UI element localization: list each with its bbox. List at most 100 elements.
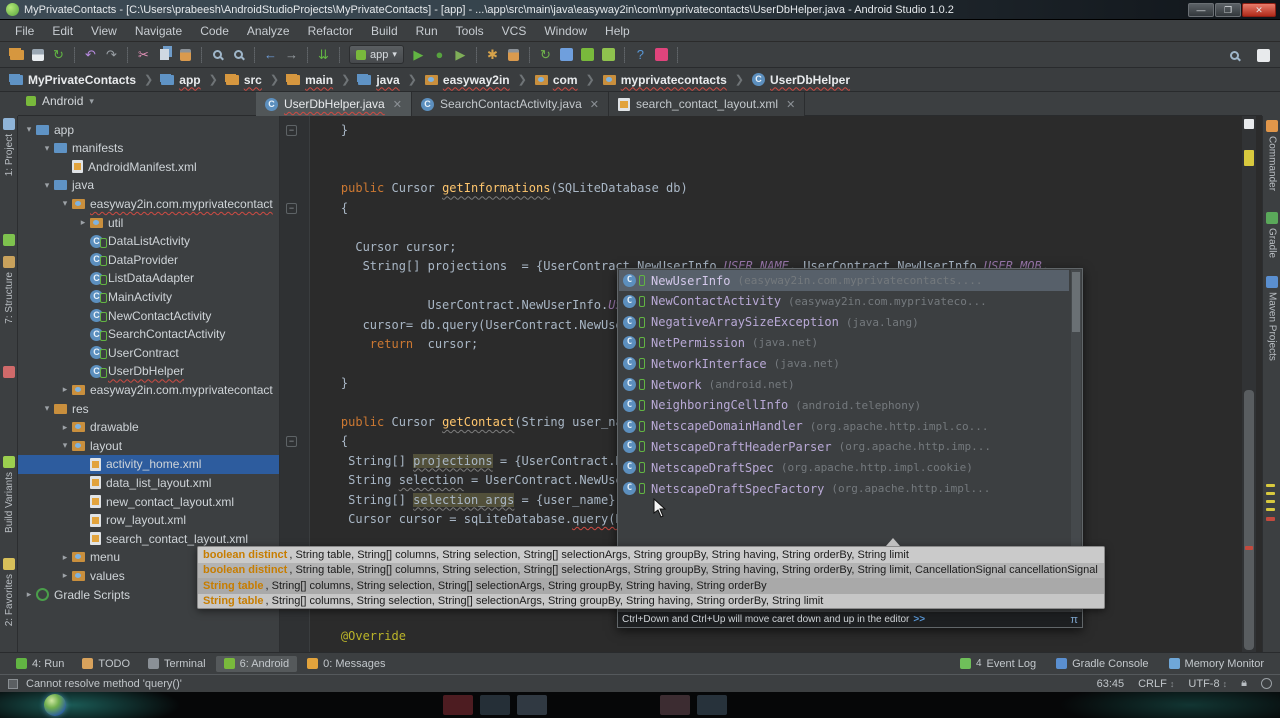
tree-arrow-icon[interactable]: ▾ — [42, 143, 52, 154]
tree-item-UserDbHelper[interactable]: UserDbHelper — [18, 362, 279, 381]
tree-item-DataListActivity[interactable]: DataListActivity — [18, 232, 279, 251]
tool-button-changes[interactable] — [0, 234, 18, 246]
save-all-icon[interactable] — [28, 46, 47, 64]
tree-item-MainActivity[interactable]: MainActivity — [18, 287, 279, 306]
tree-item-SearchContactActivity[interactable]: SearchContactActivity — [18, 325, 279, 344]
run-configuration-selector[interactable]: app ▾ — [349, 45, 404, 64]
breadcrumb-item-myprivatecontacts[interactable]: MyPrivateContacts — [8, 73, 138, 87]
tool-button-build-variants[interactable]: Build Variants — [0, 456, 18, 533]
menu-item-edit[interactable]: Edit — [43, 22, 82, 40]
tool-button-gradle-console[interactable]: Gradle Console — [1048, 656, 1156, 672]
breadcrumb-item-app[interactable]: app — [159, 73, 202, 87]
breadcrumb-item-myprivatecontacts[interactable]: myprivatecontacts — [601, 73, 729, 87]
tree-item-UserContract[interactable]: UserContract — [18, 343, 279, 362]
tree-item-easyway2in.com.myprivatecontact[interactable]: ▸ easyway2in.com.myprivatecontact — [18, 380, 279, 399]
menu-item-run[interactable]: Run — [407, 22, 447, 40]
tree-item-res[interactable]: ▾ res — [18, 399, 279, 418]
settings-wrench-icon[interactable]: ✱ — [483, 46, 502, 64]
tree-arrow-icon[interactable]: ▸ — [60, 570, 70, 581]
sync-gradle-icon[interactable]: ↻ — [536, 46, 555, 64]
popup-hint-link[interactable]: >> — [913, 614, 925, 625]
completion-item-NetscapeDraftHeaderParser[interactable]: NetscapeDraftHeaderParser (org.apache.htt… — [619, 436, 1069, 457]
compile-icon[interactable]: ⇊ — [314, 46, 333, 64]
completion-item-NetPermission[interactable]: NetPermission (java.net) — [619, 332, 1069, 353]
tree-item-AndroidManifest.xml[interactable]: AndroidManifest.xml — [18, 157, 279, 176]
tree-item-layout[interactable]: ▾ layout — [18, 436, 279, 455]
tree-arrow-icon[interactable]: ▸ — [60, 422, 70, 433]
tree-arrow-icon[interactable]: ▾ — [24, 124, 34, 135]
tree-arrow-icon[interactable]: ▸ — [24, 589, 34, 600]
tree-item-util[interactable]: ▸ util — [18, 213, 279, 232]
forward-icon[interactable]: → — [282, 46, 301, 64]
breadcrumb-item-main[interactable]: main — [285, 73, 335, 87]
menu-item-tools[interactable]: Tools — [447, 22, 493, 40]
tree-arrow-icon[interactable]: ▸ — [60, 552, 70, 563]
tool-button-gradle[interactable]: Gradle — [1263, 212, 1280, 258]
tree-arrow-icon[interactable]: ▸ — [60, 384, 70, 395]
breadcrumb-item-src[interactable]: src — [224, 73, 264, 87]
sdk-manager-icon[interactable] — [578, 46, 597, 64]
completion-item-Network[interactable]: Network (android.net) — [619, 374, 1069, 395]
tool-button-terminal[interactable]: Terminal — [140, 656, 214, 672]
taskbar-app-icon[interactable] — [443, 695, 473, 715]
close-icon[interactable]: ✕ — [393, 98, 402, 111]
hector-icon[interactable] — [1261, 678, 1272, 689]
tree-arrow-icon[interactable]: ▾ — [42, 180, 52, 191]
tool-button-structure[interactable]: 7: Structure — [0, 256, 18, 324]
tool-button-messages[interactable]: 0: Messages — [299, 656, 393, 672]
taskbar-app-icon[interactable] — [697, 695, 727, 715]
menu-item-help[interactable]: Help — [596, 22, 639, 40]
sync-icon[interactable]: ↻ — [49, 46, 68, 64]
tool-button-android[interactable]: 6: Android — [215, 655, 298, 672]
redo-icon[interactable]: ↷ — [102, 46, 121, 64]
menu-item-analyze[interactable]: Analyze — [238, 22, 299, 40]
tree-arrow-icon[interactable]: ▾ — [60, 440, 70, 451]
avd-manager-icon[interactable] — [599, 46, 618, 64]
fold-marker-icon[interactable]: − — [286, 436, 297, 448]
completion-item-NetscapeDraftSpec[interactable]: NetscapeDraftSpec (org.apache.http.impl.c… — [619, 457, 1069, 478]
copy-icon[interactable] — [155, 46, 174, 64]
close-icon[interactable]: ✕ — [590, 98, 599, 111]
completion-item-NeighboringCellInfo[interactable]: NeighboringCellInfo (android.telephony) — [619, 395, 1069, 416]
menu-item-window[interactable]: Window — [535, 22, 596, 40]
tool-button-project[interactable]: 1: Project — [0, 118, 18, 176]
debug-icon[interactable]: ● — [430, 46, 449, 64]
line-ending-selector[interactable]: CRLF ↕ — [1138, 678, 1174, 690]
tree-item-java[interactable]: ▾ java — [18, 176, 279, 195]
tree-item-ListDataAdapter[interactable]: ListDataAdapter — [18, 269, 279, 288]
tool-button-event-log[interactable]: 4 Event Log — [952, 656, 1044, 672]
tree-item-new_contact_layout.xml[interactable]: new_contact_layout.xml — [18, 492, 279, 511]
close-button[interactable]: ✕ — [1242, 2, 1276, 17]
help-icon[interactable]: ? — [631, 46, 650, 64]
completion-item-NetworkInterface[interactable]: NetworkInterface (java.net) — [619, 353, 1069, 374]
paste-icon[interactable] — [176, 46, 195, 64]
tree-item-manifests[interactable]: ▾ manifests — [18, 139, 279, 158]
completion-item-NegativeArraySizeException[interactable]: NegativeArraySizeException (java.lang) — [619, 312, 1069, 333]
back-icon[interactable]: ← — [261, 46, 280, 64]
fold-marker-icon[interactable]: − — [286, 125, 297, 136]
menu-item-view[interactable]: View — [82, 22, 126, 40]
close-icon[interactable]: ✕ — [786, 98, 795, 111]
panel-icon[interactable] — [1254, 46, 1273, 64]
completion-item-NetscapeDomainHandler[interactable]: NetscapeDomainHandler (org.apache.http.im… — [619, 416, 1069, 437]
completion-item-NetscapeDraftSpecFactory[interactable]: NetscapeDraftSpecFactory (org.apache.http… — [619, 478, 1069, 499]
scrollbar-top-button[interactable] — [1244, 119, 1254, 129]
tool-button-memory-monitor[interactable]: Memory Monitor — [1161, 656, 1272, 672]
taskbar-app-icon[interactable] — [660, 695, 690, 715]
project-view-selector[interactable]: Android ▾ — [26, 94, 94, 108]
device-monitor-icon[interactable] — [557, 46, 576, 64]
menu-item-vcs[interactable]: VCS — [493, 22, 536, 40]
breadcrumb-item-easyway2in[interactable]: easyway2in — [423, 73, 512, 87]
menu-item-code[interactable]: Code — [191, 22, 238, 40]
open-folder-icon[interactable] — [7, 46, 26, 64]
scrollbar-thumb[interactable] — [1244, 390, 1254, 650]
tool-button-maven[interactable]: Maven Projects — [1263, 276, 1280, 361]
tree-arrow-icon[interactable]: ▸ — [78, 217, 88, 228]
menu-item-refactor[interactable]: Refactor — [299, 22, 362, 40]
lock-icon[interactable]: 🔒︎ — [1241, 677, 1247, 690]
tool-button-todo[interactable]: TODO — [74, 656, 138, 672]
taskbar-app-icon[interactable] — [480, 695, 510, 715]
tree-item-data_list_layout.xml[interactable]: data_list_layout.xml — [18, 473, 279, 492]
completion-item-NewUserInfo[interactable]: NewUserInfo (easyway2in.com.myprivatecont… — [619, 270, 1069, 291]
run-icon[interactable]: ▶ — [409, 46, 428, 64]
